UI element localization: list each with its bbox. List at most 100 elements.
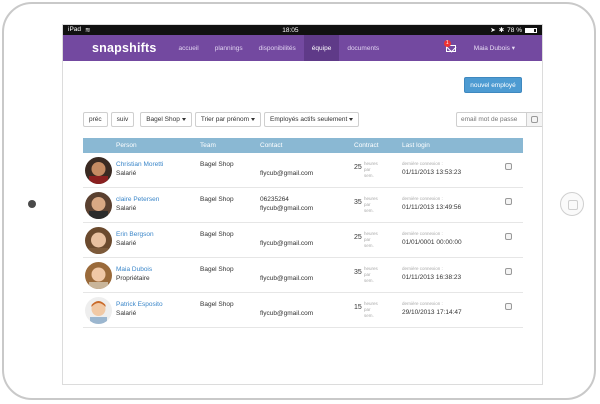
new-employee-button[interactable]: nouvel employé	[464, 77, 522, 93]
sort-dropdown-label: Trier par prénom	[200, 116, 250, 123]
filter-toolbar: préc suiv Bagel Shop Trier par prénom Em…	[83, 112, 360, 127]
employee-email: flycub@gmail.com	[260, 240, 314, 247]
caret-down-icon	[349, 118, 354, 121]
shop-dropdown[interactable]: Bagel Shop	[140, 112, 192, 127]
employee-team: Bagel Shop	[200, 301, 234, 308]
search-checkbox[interactable]	[527, 112, 542, 127]
camera-dot	[28, 200, 36, 208]
caret-down-icon	[181, 118, 186, 121]
contract-hours: 25	[354, 164, 362, 171]
employee-email: flycub@gmail.com	[260, 170, 314, 177]
table-row[interactable]: Erin Bergson Salarié Bagel Shop flycub@g…	[83, 223, 523, 258]
employee-team: Bagel Shop	[200, 266, 234, 273]
contract-unit: heures par sem.	[364, 266, 378, 283]
avatar	[85, 227, 112, 254]
table-row[interactable]: Christian Moretti Salarié Bagel Shop fly…	[83, 153, 523, 188]
next-button[interactable]: suiv	[110, 112, 135, 127]
active-filter-label: Employés actifs seulement	[270, 116, 348, 123]
last-login-label: dernière connexion :	[402, 301, 443, 306]
avatar	[85, 157, 112, 184]
last-login-label: dernière connexion :	[402, 231, 443, 236]
nav-equipe[interactable]: équipe	[303, 35, 340, 61]
contract-hours: 35	[354, 269, 362, 276]
top-nav: snapshifts accueil plannings disponibili…	[63, 35, 542, 61]
battery-level: 78 %	[507, 26, 522, 34]
battery-icon	[524, 27, 537, 33]
last-login-date: 01/11/2013 13:49:56	[402, 204, 462, 211]
last-login-date: 01/01/0001 00:00:00	[402, 239, 462, 246]
employee-name-link[interactable]: Erin Bergson	[116, 231, 154, 238]
app-screen: iPad ≋ 18:05 ➤ ✱ 78 % snapshifts accueil…	[62, 24, 543, 385]
header-contract: Contract	[354, 142, 379, 149]
row-checkbox[interactable]	[505, 303, 512, 310]
location-icon: ➤	[490, 27, 496, 34]
user-name: Maia Dubois	[473, 45, 510, 52]
table-row[interactable]: Patrick Esposito Salarié Bagel Shop flyc…	[83, 293, 523, 328]
nav-accueil[interactable]: accueil	[171, 35, 207, 61]
last-login-label: dernière connexion :	[402, 196, 443, 201]
employee-role: Propriétaire	[116, 275, 150, 282]
employee-role: Salarié	[116, 170, 137, 177]
employee-role: Salarié	[116, 310, 137, 317]
employee-team: Bagel Shop	[200, 231, 234, 238]
search-group	[456, 112, 542, 127]
avatar	[85, 192, 112, 219]
header-contact: Contact	[260, 142, 283, 149]
employee-name-link[interactable]: Maia Dubois	[116, 266, 152, 273]
bluetooth-icon: ✱	[498, 27, 505, 34]
header-person: Person	[116, 142, 137, 149]
avatar	[85, 262, 112, 289]
employee-role: Salarié	[116, 205, 137, 212]
last-login-date: 01/11/2013 13:53:23	[402, 169, 462, 176]
checkbox-icon	[531, 116, 538, 123]
last-login-label: dernière connexion :	[402, 161, 443, 166]
nav-documents[interactable]: documents	[339, 35, 387, 61]
employee-name-link[interactable]: claire Petersen	[116, 196, 159, 203]
contract-hours: 35	[354, 199, 362, 206]
employee-phone: 06235264	[260, 196, 289, 203]
mail-icon[interactable]: 1	[443, 39, 456, 52]
table-header: Person Team Contact Contract Last login	[83, 138, 523, 153]
chevron-down-icon: ▾	[511, 45, 515, 52]
clock: 18:05	[282, 26, 299, 34]
prev-button[interactable]: préc	[83, 112, 108, 127]
header-team: Team	[200, 142, 216, 149]
wifi-icon: ≋	[85, 27, 91, 34]
active-filter-dropdown[interactable]: Employés actifs seulement	[264, 112, 360, 127]
employee-table: Person Team Contact Contract Last login …	[83, 138, 523, 328]
contract-unit: heures par sem.	[364, 196, 378, 213]
ipad-frame: iPad ≋ 18:05 ➤ ✱ 78 % snapshifts accueil…	[2, 2, 596, 400]
row-checkbox[interactable]	[505, 163, 512, 170]
home-button[interactable]	[560, 192, 584, 216]
employee-name-link[interactable]: Christian Moretti	[116, 161, 163, 168]
contract-unit: heures par sem.	[364, 231, 378, 248]
notification-badge: 1	[443, 39, 451, 47]
employee-team: Bagel Shop	[200, 196, 234, 203]
header-last-login: Last login	[402, 142, 430, 149]
employee-role: Salarié	[116, 240, 137, 247]
nav-plannings[interactable]: plannings	[207, 35, 251, 61]
table-row[interactable]: Maia Dubois Propriétaire Bagel Shop flyc…	[83, 258, 523, 293]
last-login-date: 01/11/2013 16:38:23	[402, 274, 462, 281]
caret-down-icon	[251, 118, 256, 121]
row-checkbox[interactable]	[505, 198, 512, 205]
employee-email: flycub@gmail.com	[260, 205, 314, 212]
employee-team: Bagel Shop	[200, 161, 234, 168]
sort-dropdown[interactable]: Trier par prénom	[194, 112, 262, 127]
shop-dropdown-label: Bagel Shop	[146, 116, 180, 123]
nav-disponibilites[interactable]: disponibilités	[251, 35, 304, 61]
app-logo[interactable]: snapshifts	[92, 41, 157, 55]
device-label: iPad	[68, 26, 82, 33]
contract-unit: heures par sem.	[364, 161, 378, 178]
employee-email: flycub@gmail.com	[260, 275, 314, 282]
row-checkbox[interactable]	[505, 233, 512, 240]
last-login-date: 29/10/2013 17:14:47	[402, 309, 462, 316]
user-menu[interactable]: Maia Dubois ▾	[474, 44, 515, 52]
search-input[interactable]	[456, 112, 527, 127]
row-checkbox[interactable]	[505, 268, 512, 275]
contract-hours: 25	[354, 234, 362, 241]
table-row[interactable]: claire Petersen Salarié Bagel Shop 06235…	[83, 188, 523, 223]
last-login-label: dernière connexion :	[402, 266, 443, 271]
avatar	[85, 297, 112, 324]
employee-name-link[interactable]: Patrick Esposito	[116, 301, 163, 308]
